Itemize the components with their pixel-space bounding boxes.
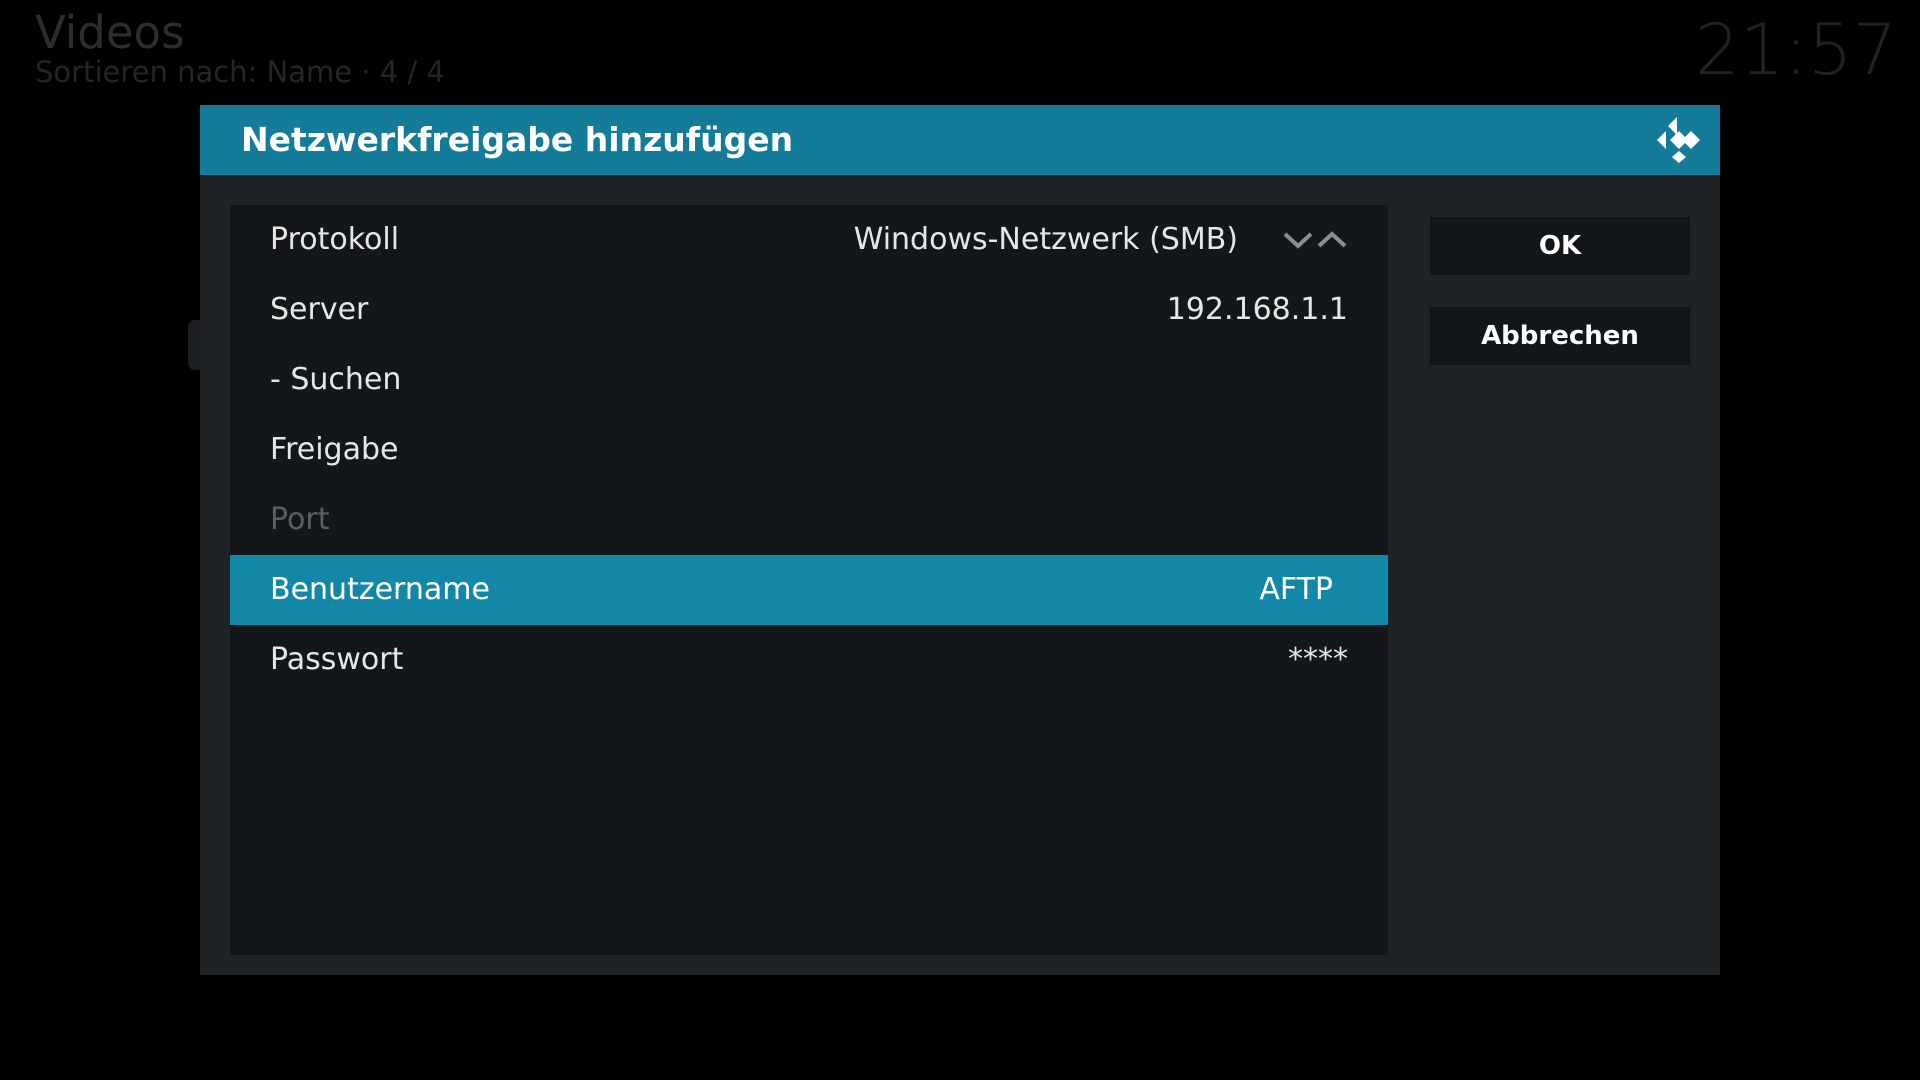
clock: 21:57 [1695,9,1897,91]
setting-label: Passwort [270,642,404,677]
add-network-share-dialog: Netzwerkfreigabe hinzufügen Protokoll Wi… [200,105,1720,975]
dialog-title: Netzwerkfreigabe hinzufügen [241,120,794,159]
setting-value: 192.168.1.1 [1166,292,1348,327]
setting-row-password[interactable]: Passwort **** [230,625,1388,695]
setting-label: Server [270,292,369,327]
kodi-logo-icon [1657,117,1700,163]
setting-row-server[interactable]: Server 192.168.1.1 [230,275,1388,345]
setting-label: Protokoll [270,222,400,257]
ok-button[interactable]: OK [1430,217,1690,275]
window-title: Videos [35,6,185,59]
settings-list: Protokoll Windows-Netzwerk (SMB) Server … [230,205,1388,955]
setting-row-browse[interactable]: - Suchen [230,345,1388,415]
setting-row-username[interactable]: Benutzername AFTP [230,555,1388,625]
spinner-arrows-icon[interactable] [1282,227,1348,253]
setting-label: Benutzername [270,572,490,607]
dialog-header: Netzwerkfreigabe hinzufügen [200,105,1720,175]
setting-value: AFTP [1259,572,1333,607]
cancel-button[interactable]: Abbrechen [1430,307,1690,365]
sort-info: Sortieren nach: Name · 4 / 4 [35,55,445,89]
setting-label: - Suchen [270,362,402,397]
setting-row-protocol[interactable]: Protokoll Windows-Netzwerk (SMB) [230,205,1388,275]
setting-label: Port [270,502,330,537]
setting-value: **** [1288,642,1348,677]
setting-value: Windows-Netzwerk (SMB) [853,222,1238,257]
setting-row-port: Port [230,485,1388,555]
setting-row-share[interactable]: Freigabe [230,415,1388,485]
setting-label: Freigabe [270,432,399,467]
